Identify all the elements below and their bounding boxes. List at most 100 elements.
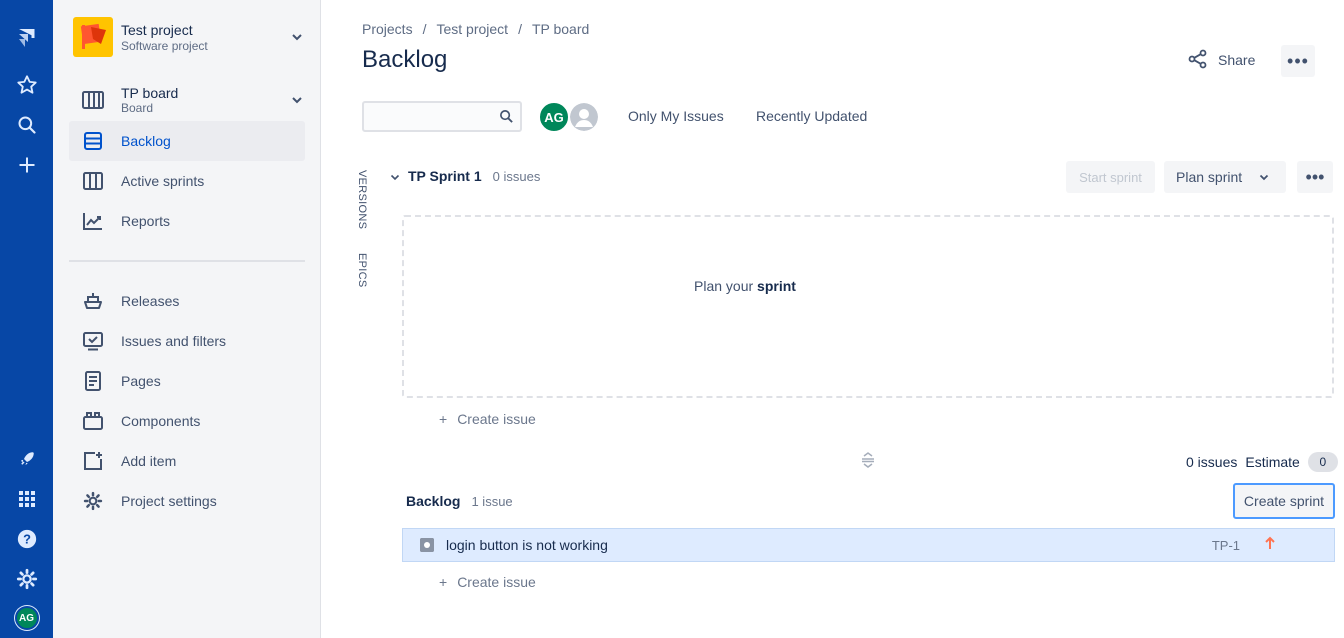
plan-sprint-label: Plan sprint bbox=[1176, 169, 1243, 185]
rocket-icon[interactable] bbox=[0, 443, 53, 475]
search-input[interactable] bbox=[362, 101, 522, 132]
create-sprint-button[interactable]: Create sprint bbox=[1233, 483, 1335, 519]
only-my-issues-filter[interactable]: Only My Issues bbox=[628, 108, 724, 124]
sprint-issue-count: 0 issues bbox=[492, 168, 541, 184]
global-nav: ? AG bbox=[0, 0, 53, 638]
chevron-down-icon bbox=[289, 29, 305, 45]
app-switcher-icon[interactable] bbox=[0, 483, 53, 515]
gear-icon bbox=[81, 489, 105, 513]
sidebar-item-label: Issues and filters bbox=[121, 333, 227, 349]
sprint-more-button[interactable]: ••• bbox=[1297, 161, 1333, 193]
epics-tab[interactable]: EPICS bbox=[356, 253, 368, 288]
issue-type-icon bbox=[420, 538, 434, 552]
sidebar-item-label: Pages bbox=[121, 373, 161, 389]
plus-icon: + bbox=[439, 574, 448, 590]
backlog-create-issue-button[interactable]: + Create issue bbox=[439, 574, 536, 590]
board-name: TP board bbox=[121, 85, 179, 101]
issues-filters-icon bbox=[81, 329, 105, 353]
share-icon bbox=[1188, 49, 1208, 72]
sidebar-item-label: Backlog bbox=[121, 133, 171, 149]
estimate-badge: 0 bbox=[1307, 452, 1338, 472]
svg-text:?: ? bbox=[23, 532, 31, 547]
page-title: Backlog bbox=[362, 46, 448, 73]
plus-icon: + bbox=[439, 411, 448, 427]
sidebar-item-project-settings[interactable]: Project settings bbox=[69, 481, 305, 521]
versions-tab[interactable]: VERSIONS bbox=[356, 170, 368, 229]
backlog-header: Backlog 1 issue bbox=[406, 493, 513, 509]
priority-high-icon bbox=[1264, 536, 1276, 555]
plan-sprint-button[interactable]: Plan sprint bbox=[1164, 161, 1286, 193]
unassigned-avatar-icon[interactable] bbox=[568, 101, 600, 133]
sidebar-item-label: Project settings bbox=[121, 493, 217, 509]
breadcrumb: Projects / Test project / TP board bbox=[362, 21, 590, 37]
project-switcher[interactable]: Test project Software project bbox=[73, 17, 305, 57]
board-type: Board bbox=[121, 101, 154, 115]
sidebar-item-releases[interactable]: Releases bbox=[69, 281, 305, 321]
chevron-down-icon bbox=[289, 92, 305, 108]
sprint-create-issue-button[interactable]: + Create issue bbox=[439, 411, 536, 427]
main-content: Projects / Test project / TP board Backl… bbox=[322, 0, 1344, 638]
sprint-name: TP Sprint 1 bbox=[408, 168, 482, 184]
issue-key[interactable]: TP-1 bbox=[1212, 538, 1240, 553]
sprint-header[interactable]: TP Sprint 1 0 issues bbox=[390, 168, 540, 184]
search-icon bbox=[499, 109, 514, 129]
create-issue-label: Create issue bbox=[457, 411, 536, 427]
board-icon bbox=[81, 88, 105, 112]
sidebar-item-active-sprints[interactable]: Active sprints bbox=[69, 161, 305, 201]
issue-summary: login button is not working bbox=[446, 537, 608, 553]
sidebar-item-pages[interactable]: Pages bbox=[69, 361, 305, 401]
sidebar-item-label: Active sprints bbox=[121, 173, 205, 189]
sidebar-item-reports[interactable]: Reports bbox=[69, 201, 305, 241]
star-icon[interactable] bbox=[0, 69, 53, 101]
reports-icon bbox=[81, 209, 105, 233]
issues-count: 0 issues bbox=[1186, 454, 1238, 470]
sprint-summary: 0 issues Estimate 0 bbox=[1186, 452, 1338, 472]
chevron-down-icon bbox=[390, 168, 402, 184]
sidebar-item-backlog[interactable]: Backlog bbox=[69, 121, 305, 161]
jira-logo-icon[interactable] bbox=[0, 22, 53, 54]
share-label: Share bbox=[1218, 52, 1256, 68]
sprint-drop-zone[interactable]: Plan your sprint bbox=[402, 215, 1334, 398]
recently-updated-filter[interactable]: Recently Updated bbox=[756, 108, 867, 124]
project-name: Test project bbox=[121, 21, 193, 38]
profile-avatar-initials: AG bbox=[14, 606, 39, 630]
sidebar-divider bbox=[69, 260, 305, 262]
resize-handle-icon[interactable] bbox=[860, 451, 876, 474]
empty-sprint-message: Plan your sprint bbox=[694, 278, 796, 294]
create-icon[interactable] bbox=[0, 149, 53, 181]
settings-icon[interactable] bbox=[0, 563, 53, 595]
search-icon[interactable] bbox=[0, 109, 53, 141]
breadcrumb-test-project[interactable]: Test project bbox=[436, 21, 508, 37]
user-avatar-filter[interactable]: AG bbox=[538, 101, 570, 133]
sidebar-item-label: Reports bbox=[121, 213, 171, 229]
backlog-icon bbox=[81, 129, 105, 153]
board-switcher[interactable]: TP board Board bbox=[69, 80, 305, 120]
start-sprint-button[interactable]: Start sprint bbox=[1066, 161, 1155, 193]
components-icon bbox=[81, 409, 105, 433]
breadcrumb-tp-board[interactable]: TP board bbox=[532, 21, 589, 37]
pages-icon bbox=[81, 369, 105, 393]
sidebar-item-label: Releases bbox=[121, 293, 180, 309]
breadcrumb-projects[interactable]: Projects bbox=[362, 21, 413, 37]
share-button[interactable]: Share bbox=[1180, 44, 1263, 76]
profile-avatar[interactable]: AG bbox=[0, 602, 53, 634]
estimate-label: Estimate bbox=[1245, 454, 1300, 470]
project-type: Software project bbox=[121, 38, 208, 53]
issue-row[interactable]: login button is not working TP-1 bbox=[402, 528, 1335, 562]
sidebar-item-label: Add item bbox=[121, 453, 177, 469]
sidebar-item-issues-filters[interactable]: Issues and filters bbox=[69, 321, 305, 361]
project-sidebar: Test project Software project TP board B… bbox=[53, 0, 321, 638]
chevron-down-icon bbox=[1256, 169, 1272, 185]
add-item-icon bbox=[81, 449, 105, 473]
backlog-name: Backlog bbox=[406, 493, 461, 509]
active-sprints-icon bbox=[81, 169, 105, 193]
project-logo-icon bbox=[73, 17, 113, 57]
releases-icon bbox=[81, 289, 105, 313]
sidebar-item-components[interactable]: Components bbox=[69, 401, 305, 441]
backlog-issue-count: 1 issue bbox=[471, 493, 513, 509]
sidebar-item-add-item[interactable]: Add item bbox=[69, 441, 305, 481]
sidebar-item-label: Components bbox=[121, 413, 201, 429]
help-icon[interactable]: ? bbox=[0, 523, 53, 555]
create-issue-label: Create issue bbox=[457, 574, 536, 590]
more-actions-button[interactable]: ••• bbox=[1281, 45, 1315, 77]
